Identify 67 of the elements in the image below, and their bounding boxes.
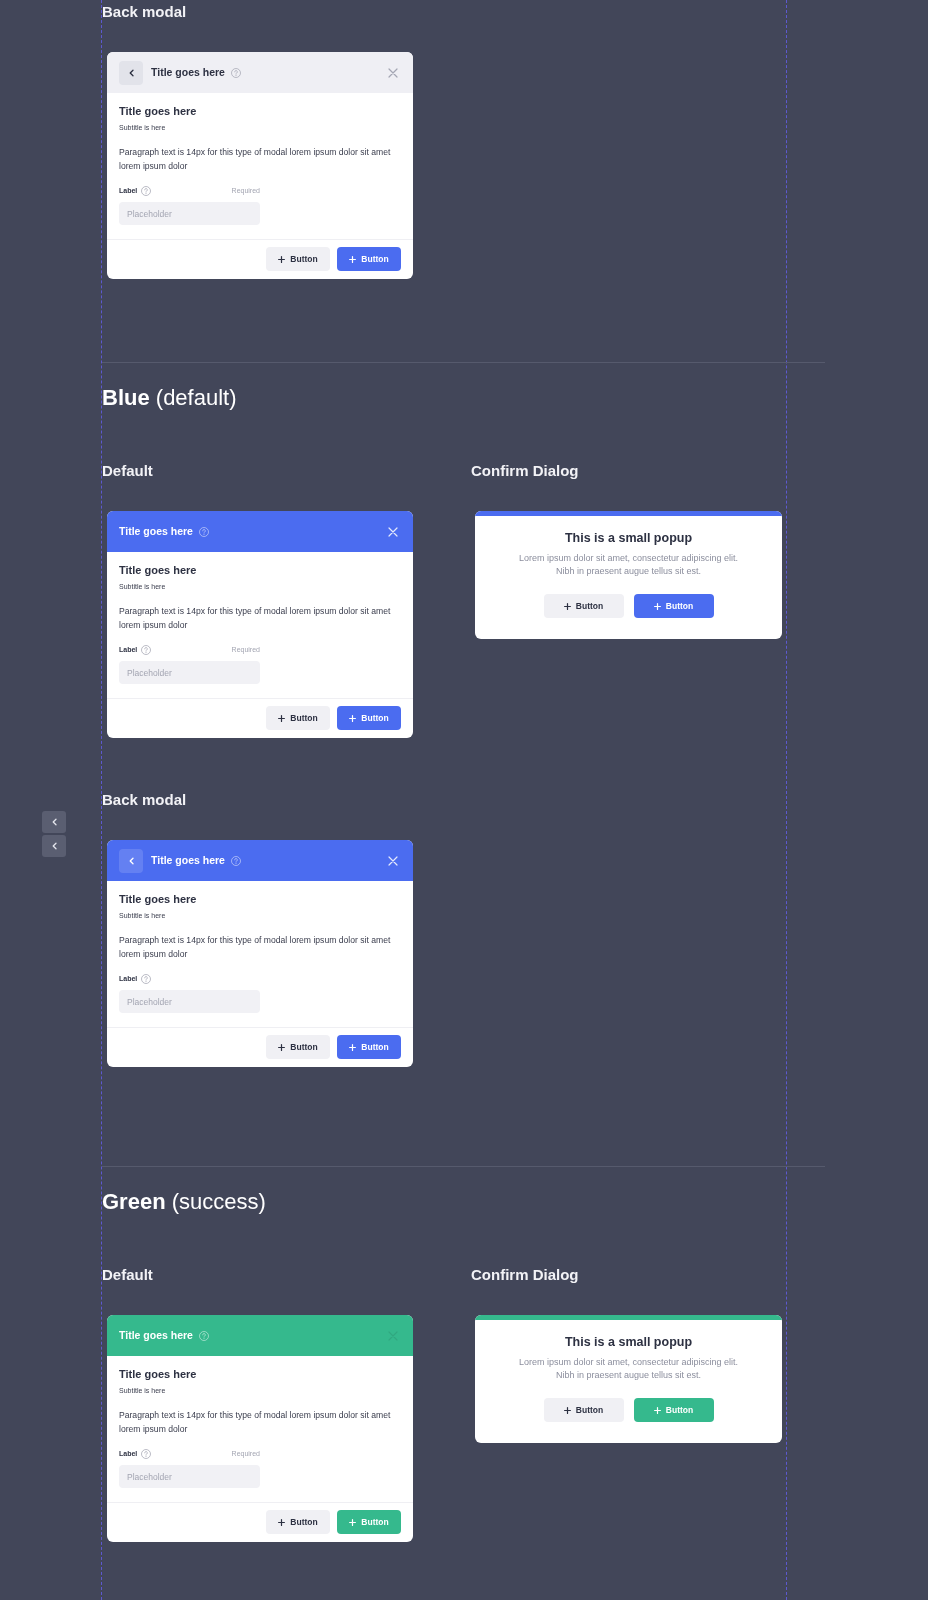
section-title: Blue (default) [102,384,237,412]
plus-icon [349,1043,357,1051]
input-field[interactable]: Placeholder [119,990,260,1013]
chevron-left-icon [128,856,134,865]
modal-title: Title goes here [151,854,225,867]
add-button[interactable]: Button [337,247,401,271]
panel-heading: Confirm Dialog [471,461,579,481]
add-button[interactable]: Button [633,594,714,618]
help-icon [198,526,209,537]
add-button[interactable]: Button [337,1035,401,1059]
paragraph-text: Paragraph text is 14px for this type of modal lorem ipsum dolor sit amet lorem ipsum dolor [119,934,392,961]
modal-title: Title goes here [119,1329,193,1342]
help-icon [230,67,241,78]
help-icon [141,1449,152,1459]
back-button[interactable] [119,848,143,873]
dialog-title: This is a small popup [564,530,693,546]
dialog-message: Lorem ipsum dolor sit amet, consectetur adipiscing elit. Nibh in praesent augue tellus sit est. [518,552,739,578]
plus-icon [563,1406,571,1414]
panel-heading: Confirm Dialog [471,1265,579,1285]
chevron-left-icon [51,842,57,850]
panel-heading: Back modal [102,2,187,22]
back-button[interactable] [42,811,66,833]
add-button[interactable]: Button [266,1510,330,1534]
dialog-message: Lorem ipsum dolor sit amet, consectetur adipiscing elit. Nibh in praesent augue tellus sit est. [518,1356,739,1382]
panel-heading: Default [102,461,153,481]
help-icon [141,186,152,196]
add-button[interactable]: Button [266,1035,330,1059]
plus-icon [278,255,286,263]
add-button[interactable]: Button [266,706,330,730]
help-icon [141,645,152,655]
content-title: Title goes here [119,105,197,118]
plus-icon [278,714,286,722]
add-button[interactable]: Button [266,247,330,271]
section-title: Green (success) [102,1188,266,1216]
back-button[interactable] [42,835,66,857]
modal-title: Title goes here [119,525,193,538]
help-icon [141,974,152,984]
content-title: Title goes here [119,893,197,906]
help-icon [230,855,241,866]
help-icon [198,1330,209,1341]
add-button[interactable]: Button [543,1398,624,1422]
paragraph-text: Paragraph text is 14px for this type of modal lorem ipsum dolor sit amet lorem ipsum dolor [119,146,392,173]
chevron-left-icon [51,818,57,826]
add-button[interactable]: Button [337,706,401,730]
paragraph-text: Paragraph text is 14px for this type of modal lorem ipsum dolor sit amet lorem ipsum dolor [119,1409,392,1436]
input-field[interactable]: Placeholder [119,661,260,684]
plus-icon [653,1406,661,1414]
plus-icon [349,1518,357,1526]
dialog-title: This is a small popup [564,1334,693,1350]
plus-icon [563,602,571,610]
plus-icon [349,255,357,263]
close-icon[interactable] [388,67,398,78]
plus-icon [653,602,661,610]
plus-icon [349,714,357,722]
panel-heading: Back modal [102,790,187,810]
content-title: Title goes here [119,564,197,577]
plus-icon [278,1518,286,1526]
add-button[interactable]: Button [543,594,624,618]
back-button[interactable] [119,60,143,85]
content-title: Title goes here [119,1368,197,1381]
panel-heading: Default [102,1265,153,1285]
paragraph-text: Paragraph text is 14px for this type of modal lorem ipsum dolor sit amet lorem ipsum dolor [119,605,392,632]
modal-title: Title goes here [151,66,225,79]
chevron-left-icon [128,68,134,77]
plus-icon [278,1043,286,1051]
input-field[interactable]: Placeholder [119,202,260,225]
input-field[interactable]: Placeholder [119,1465,260,1488]
